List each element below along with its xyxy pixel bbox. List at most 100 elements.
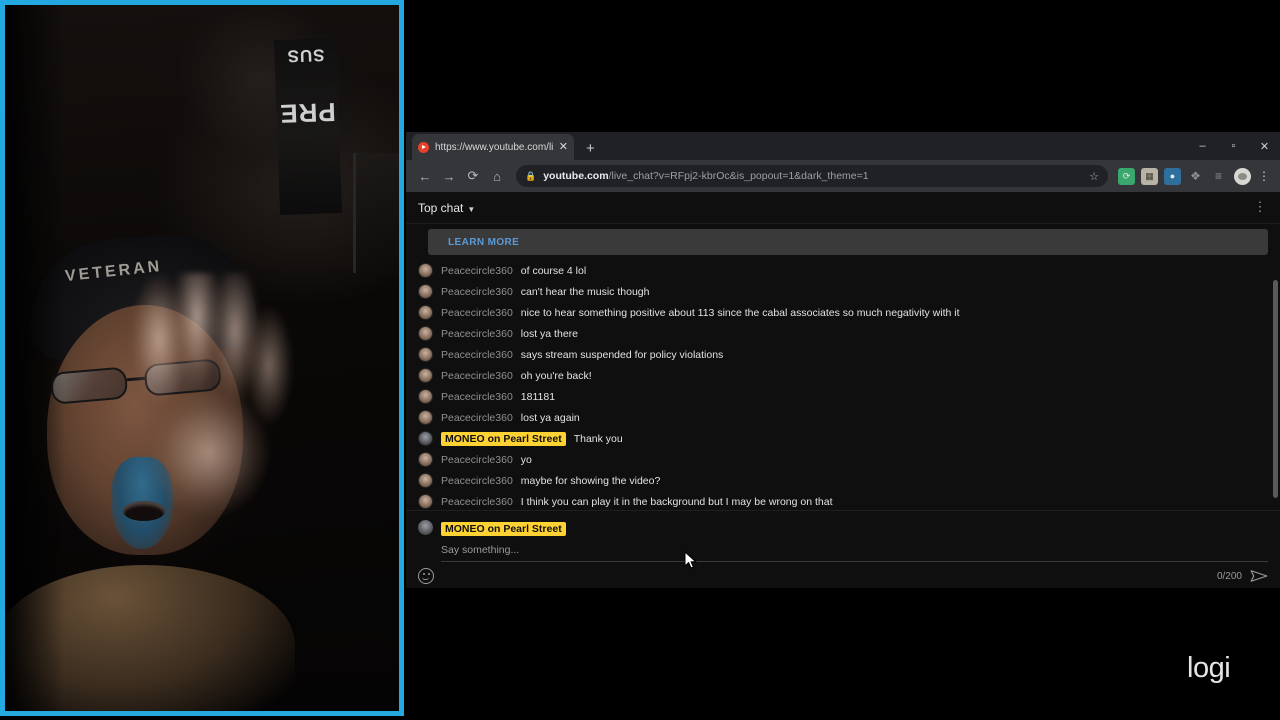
webcam-vignette (5, 5, 65, 711)
puzzle-extensions-icon[interactable]: ❖ (1187, 168, 1204, 185)
browser-tab[interactable]: https://www.youtube.com/live_c ✕ (412, 134, 574, 160)
message-author-name[interactable]: Peacecircle360 (441, 370, 513, 382)
message-author-name[interactable]: Peacecircle360 (441, 454, 513, 466)
message-text: I think you can play it in the backgroun… (520, 495, 833, 508)
message-author-name[interactable]: Peacecircle360 (441, 391, 513, 403)
chat-mode-selector[interactable]: Top chat ▼ (418, 201, 475, 215)
chat-mode-label: Top chat (418, 200, 464, 215)
live-chat-page: Top chat ▼ ⋮ LEARN MORE Peacecircle360 of … (406, 192, 1280, 588)
close-window-button[interactable]: ✕ (1249, 132, 1280, 160)
message-text: maybe for showing the video? (520, 474, 661, 487)
chat-header: Top chat ▼ ⋮ (406, 192, 1280, 224)
message-author-avatar[interactable] (418, 494, 433, 509)
chat-message: Peacecircle360 nice to hear something pos… (418, 302, 1268, 323)
chat-scrollbar-thumb[interactable] (1273, 280, 1278, 498)
chat-message: Peacecircle360 lost ya again (418, 407, 1268, 428)
character-counter: 0/200 (1216, 570, 1242, 582)
message-author-avatar[interactable] (418, 263, 433, 278)
webcam-panel: SUS PRE VETERAN (0, 0, 404, 716)
close-tab-icon[interactable]: ✕ (559, 141, 568, 153)
chrome-menu-icon[interactable]: ⋮ (1256, 169, 1272, 183)
message-author-avatar[interactable] (418, 473, 433, 488)
sync-extension-icon[interactable]: ⟳ (1118, 167, 1135, 185)
chat-message: Peacecircle360 maybe for showing the vide… (418, 470, 1268, 491)
logi-watermark: logi (1187, 652, 1231, 684)
message-author-name[interactable]: Peacecircle360 (441, 496, 513, 508)
message-author-avatar[interactable] (418, 389, 433, 404)
composer-actions-row: 0/200 (406, 562, 1280, 584)
message-author-name[interactable]: MONEO on Pearl Street (441, 431, 566, 446)
webcam-video-feed: SUS PRE VETERAN (5, 5, 399, 711)
address-bar-url: youtube.com/live_chat?v=RFpj2-kbrOc&is_p… (543, 170, 868, 182)
back-icon[interactable]: ← (414, 165, 436, 187)
send-message-icon[interactable] (1250, 569, 1268, 583)
streamer-hand-motion-blur (123, 273, 307, 543)
chat-message: Peacecircle360 181181 (418, 386, 1268, 407)
message-text: can't hear the music though (520, 285, 650, 298)
message-author-name[interactable]: Peacecircle360 (441, 265, 513, 277)
lock-icon: 🔒 (525, 170, 537, 181)
browser-window: https://www.youtube.com/live_c ✕ + – ▫ ✕… (406, 132, 1280, 588)
forward-icon[interactable]: → (438, 165, 460, 187)
screen-root: SUS PRE VETERAN https://www.youtube.com/… (0, 0, 1280, 720)
message-author-avatar[interactable] (418, 452, 433, 467)
message-author-name[interactable]: Peacecircle360 (441, 328, 513, 340)
chat-notice-banner: LEARN MORE (428, 229, 1268, 255)
youtube-favicon-icon (418, 141, 429, 153)
wall-banner-line-2: PRE (278, 97, 337, 129)
composer-avatar (418, 520, 433, 535)
address-bar[interactable]: 🔒 youtube.com/live_chat?v=RFpj2-kbrOc&is… (516, 165, 1108, 187)
message-author-avatar[interactable] (418, 326, 433, 341)
url-host: youtube.com (543, 170, 609, 182)
message-author-name[interactable]: Peacecircle360 (441, 412, 513, 424)
message-author-avatar[interactable] (418, 368, 433, 383)
message-author-name[interactable]: Peacecircle360 (441, 307, 513, 319)
message-author-avatar[interactable] (418, 347, 433, 362)
picture-frame (353, 153, 399, 273)
chat-message-input[interactable]: Say something... (441, 544, 1268, 562)
learn-more-link[interactable]: LEARN MORE (448, 237, 519, 248)
browser-tab-strip: https://www.youtube.com/live_c ✕ + – ▫ ✕ (406, 132, 1280, 160)
chat-message: Peacecircle360 yo (418, 449, 1268, 470)
wall-banner: SUS PRE (273, 37, 343, 216)
message-text: lost ya again (520, 411, 580, 424)
message-text: lost ya there (520, 327, 578, 340)
new-tab-button[interactable]: + (586, 140, 595, 157)
minimize-window-button[interactable]: – (1187, 132, 1218, 160)
home-icon[interactable]: ⌂ (486, 165, 508, 187)
profile-avatar-icon[interactable] (1234, 167, 1251, 185)
reading-list-icon[interactable]: ≡ (1210, 168, 1227, 185)
message-author-avatar[interactable] (418, 305, 433, 320)
message-text: says stream suspended for policy violati… (520, 348, 724, 361)
blue-extension-icon[interactable]: ● (1164, 167, 1181, 185)
message-text: Thank you (573, 432, 623, 445)
composer-identity-row: MONEO on Pearl Street Say something... (406, 511, 1280, 562)
message-text: nice to hear something positive about 11… (520, 306, 960, 319)
grid-extension-icon[interactable]: ▦ (1141, 167, 1158, 185)
message-text: yo (520, 453, 532, 466)
chat-message: Peacecircle360 says stream suspended for … (418, 344, 1268, 365)
chat-message: Peacecircle360 lost ya there (418, 323, 1268, 344)
message-author-avatar[interactable] (418, 431, 433, 446)
composer-author-badge: MONEO on Pearl Street (441, 522, 566, 536)
message-text: of course 4 lol (520, 264, 587, 277)
message-author-name[interactable]: Peacecircle360 (441, 475, 513, 487)
window-controls: – ▫ ✕ (1187, 132, 1280, 160)
browser-tab-title: https://www.youtube.com/live_c (435, 141, 553, 153)
message-author-avatar[interactable] (418, 284, 433, 299)
message-author-avatar[interactable] (418, 410, 433, 425)
message-author-name[interactable]: Peacecircle360 (441, 286, 513, 298)
emoji-picker-icon[interactable] (418, 568, 434, 584)
wall-banner-line-1: SUS (286, 45, 325, 66)
browser-toolbar: ← → ⟳ ⌂ 🔒 youtube.com/live_chat?v=RFpj2-… (406, 160, 1280, 192)
reload-icon[interactable]: ⟳ (462, 165, 484, 187)
chat-message: Peacecircle360 of course 4 lol (418, 260, 1268, 281)
chat-overflow-menu-icon[interactable]: ⋮ (1252, 200, 1268, 214)
chat-message-list: Peacecircle360 of course 4 lol Peacecircle… (406, 255, 1280, 512)
chat-message: Peacecircle360 can't hear the music thoug… (418, 281, 1268, 302)
bookmark-star-icon[interactable]: ☆ (1089, 170, 1099, 183)
message-text: 181181 (520, 390, 556, 403)
message-author-name[interactable]: Peacecircle360 (441, 349, 513, 361)
maximize-window-button[interactable]: ▫ (1218, 132, 1249, 160)
chat-message: Peacecircle360 I think you can play it in… (418, 491, 1268, 512)
